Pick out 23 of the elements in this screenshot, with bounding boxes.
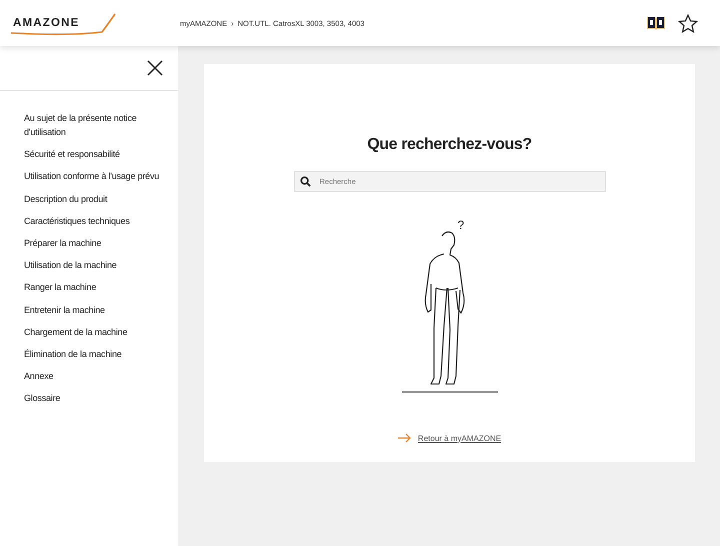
- sidebar-item[interactable]: Glossaire: [24, 391, 170, 406]
- back-link[interactable]: Retour à myAMAZONE: [398, 433, 502, 443]
- logo[interactable]: AMAZONE: [13, 17, 80, 29]
- sidebar-item[interactable]: Chargement de la machine: [24, 324, 170, 339]
- question-mark: ?: [458, 218, 464, 232]
- dictionary-book-icon[interactable]: [646, 15, 666, 31]
- arrow-right-icon: [398, 433, 412, 443]
- sidebar-item[interactable]: Ranger la machine: [24, 280, 170, 294]
- search-icon: [300, 176, 310, 187]
- sidebar-item[interactable]: Entretenir la machine: [24, 302, 170, 316]
- sidebar-item[interactable]: Au sujet de la présente notice d'utilisation: [24, 111, 170, 139]
- sidebar-item[interactable]: Annexe: [24, 369, 170, 384]
- sidebar-item[interactable]: Utilisation conforme à l'usage prévu: [24, 169, 170, 184]
- star-icon[interactable]: [678, 14, 698, 32]
- sidebar-item[interactable]: Élimination de la machine: [24, 346, 170, 361]
- close-button[interactable]: [146, 59, 164, 77]
- logo-swoosh-icon: [10, 12, 116, 36]
- page-title: Que recherchez-vous?: [367, 136, 532, 154]
- sidebar-item[interactable]: Sécurité et responsabilité: [24, 147, 170, 162]
- sidebar-item[interactable]: Utilisation de la machine: [24, 258, 170, 272]
- sidebar-item[interactable]: Description du produit: [24, 192, 170, 206]
- sidebar-item[interactable]: Préparer la machine: [24, 236, 170, 250]
- sidebar-item[interactable]: Caractéristiques techniques: [24, 214, 170, 228]
